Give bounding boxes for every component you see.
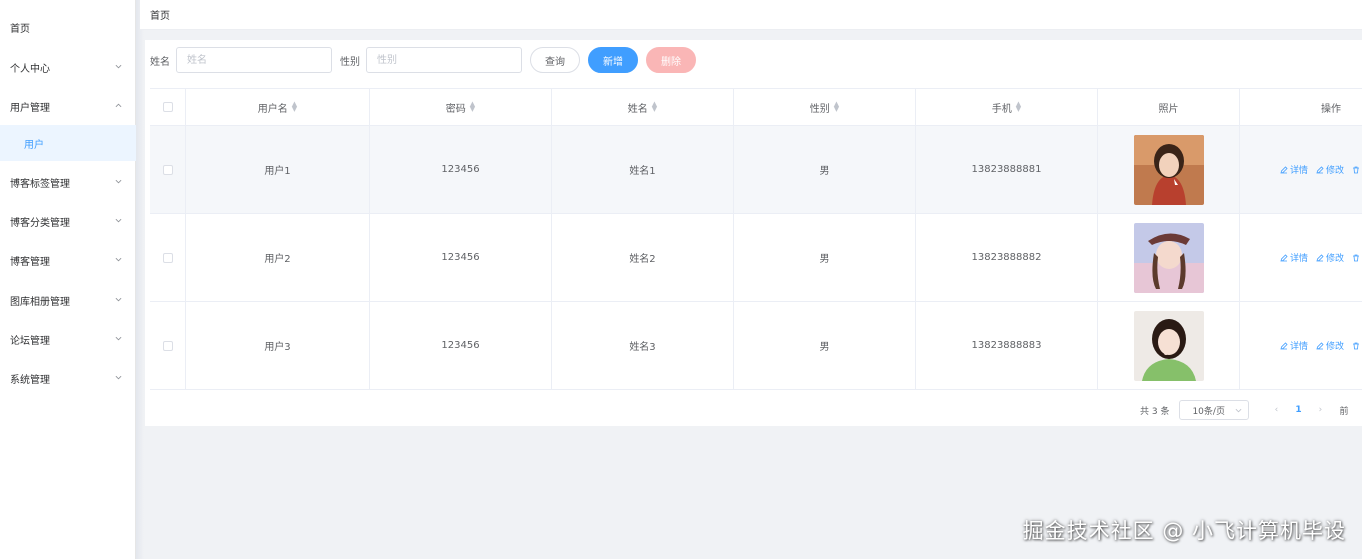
header-username[interactable]: 用户名 ▲ ▼ xyxy=(186,89,370,125)
sidebar-item-blogs[interactable]: 博客管理 xyxy=(0,242,136,278)
cell-phone: 13823888881 xyxy=(916,126,1098,213)
name-input[interactable] xyxy=(176,47,332,73)
query-button[interactable]: 查询 xyxy=(530,47,580,73)
sidebar-item-home[interactable]: 首页 xyxy=(0,9,136,45)
name-label: 姓名 xyxy=(150,56,170,68)
cell-username: 用户2 xyxy=(186,214,370,301)
table-row[interactable]: 用户1 123456 姓名1 男 13823888881 详情 修改 xyxy=(150,126,1362,214)
chevron-down-icon xyxy=(1236,408,1242,413)
add-button[interactable]: 新增 xyxy=(588,47,638,73)
gender-input[interactable] xyxy=(366,47,522,73)
page-size-select[interactable]: 10条/页 xyxy=(1179,400,1250,420)
sidebar-item-user-management[interactable]: 用户管理 xyxy=(0,88,136,124)
cell-username: 用户1 xyxy=(186,126,370,213)
chevron-down-icon xyxy=(115,297,122,302)
edit-icon xyxy=(1316,165,1324,174)
cell-gender: 男 xyxy=(734,214,916,301)
breadcrumb[interactable]: 首页 xyxy=(150,7,170,22)
chevron-up-icon xyxy=(115,103,122,108)
goto-label: 前 xyxy=(1339,406,1349,417)
table-header: 用户名 ▲ ▼ 密码 ▲ ▼ 姓名 ▲ ▼ 性别 ▲ ▼ 手机 ▲ ▼ 照片 操作 xyxy=(150,88,1362,126)
chevron-down-icon xyxy=(115,257,122,262)
cell-name: 姓名2 xyxy=(552,214,734,301)
pagination: 共 3 条 10条/页 ‹ 1 › 前 xyxy=(1140,400,1348,420)
row-checkbox[interactable] xyxy=(162,252,173,263)
edit-icon xyxy=(1280,165,1288,174)
content-card: 姓名 性别 查询 新增 删除 用户名▲▼ 密码▲▼ 姓名▲▼ 性别▲▼ 手机▲▼… xyxy=(145,40,1362,426)
sidebar-item-blog-categories[interactable]: 博客分类管理 xyxy=(0,203,136,239)
cell-phone: 13823888882 xyxy=(916,214,1098,301)
sidebar-item-system[interactable]: 系统管理 xyxy=(0,360,136,396)
trash-icon xyxy=(1353,166,1360,173)
table-row[interactable]: 用户2 123456 姓名2 男 13823888882 详情 修改 xyxy=(150,214,1362,302)
sort-icon[interactable]: ▲ ▼ xyxy=(1016,101,1021,113)
detail-button[interactable]: 详情 xyxy=(1280,251,1308,264)
trash-icon xyxy=(1353,342,1360,349)
header-name[interactable]: 姓名 ▲ ▼ xyxy=(552,89,734,125)
sidebar-item-personal-center[interactable]: 个人中心 xyxy=(0,49,136,85)
sort-icon[interactable]: ▲ ▼ xyxy=(292,101,297,113)
cell-name: 姓名1 xyxy=(552,126,734,213)
chevron-down-icon xyxy=(115,218,122,223)
cell-password: 123456 xyxy=(370,214,552,301)
header-password[interactable]: 密码 ▲ ▼ xyxy=(370,89,552,125)
gender-label: 性别 xyxy=(340,56,360,68)
header-bar: 首页 xyxy=(140,0,1362,30)
header-photo: 照片 xyxy=(1098,89,1240,125)
cell-password: 123456 xyxy=(370,126,552,213)
header-select-cell xyxy=(150,89,186,125)
delete-row-button[interactable] xyxy=(1352,342,1362,350)
edit-icon xyxy=(1316,341,1324,350)
chevron-down-icon xyxy=(115,64,122,69)
sidebar: 首页 个人中心 用户管理 用户 博客标签管理 博客分类管理 博客管理 图库相册管… xyxy=(0,0,136,559)
cell-phone: 13823888883 xyxy=(916,302,1098,389)
next-page-button[interactable]: › xyxy=(1309,405,1331,415)
table-row[interactable]: 用户3 123456 姓名3 男 13823888883 详情 修改 xyxy=(150,302,1362,390)
sidebar-item-gallery[interactable]: 图库相册管理 xyxy=(0,282,136,318)
row-checkbox[interactable] xyxy=(162,164,173,175)
watermark: 掘金技术社区 @ 小飞计算机毕设 xyxy=(1022,519,1346,543)
total-count: 共 3 条 xyxy=(1140,406,1170,417)
search-form: 姓名 性别 查询 新增 删除 xyxy=(150,47,704,73)
sidebar-item-blog-tags[interactable]: 博客标签管理 xyxy=(0,164,136,200)
edit-button[interactable]: 修改 xyxy=(1316,251,1344,264)
header-actions: 操作 xyxy=(1321,103,1341,115)
cell-name: 姓名3 xyxy=(552,302,734,389)
delete-row-button[interactable] xyxy=(1352,254,1362,262)
sort-icon[interactable]: ▲ ▼ xyxy=(652,101,657,113)
sidebar-item-users[interactable]: 用户 xyxy=(0,125,136,161)
user-photo[interactable] xyxy=(1133,134,1204,205)
header-gender[interactable]: 性别 ▲ ▼ xyxy=(734,89,916,125)
delete-button[interactable]: 删除 xyxy=(646,47,696,73)
edit-icon xyxy=(1316,253,1324,262)
cell-gender: 男 xyxy=(734,126,916,213)
chevron-down-icon xyxy=(115,375,122,380)
chevron-down-icon xyxy=(115,179,122,184)
select-all-checkbox[interactable] xyxy=(162,102,173,112)
users-table: 用户名 ▲ ▼ 密码 ▲ ▼ 姓名 ▲ ▼ 性别 ▲ ▼ 手机 ▲ ▼ 照片 操作 用户1 1234… xyxy=(150,88,1362,390)
page-number[interactable]: 1 xyxy=(1287,405,1309,415)
sidebar-item-forum[interactable]: 论坛管理 xyxy=(0,321,136,357)
trash-icon xyxy=(1353,254,1360,261)
user-photo[interactable] xyxy=(1133,310,1204,381)
detail-button[interactable]: 详情 xyxy=(1280,339,1308,352)
prev-page-button[interactable]: ‹ xyxy=(1265,405,1287,415)
detail-button[interactable]: 详情 xyxy=(1280,163,1308,176)
user-photo[interactable] xyxy=(1133,222,1204,293)
sidebar-divider xyxy=(136,0,144,559)
chevron-down-icon xyxy=(115,336,122,341)
delete-row-button[interactable] xyxy=(1352,166,1362,174)
edit-button[interactable]: 修改 xyxy=(1316,163,1344,176)
cell-username: 用户3 xyxy=(186,302,370,389)
edit-button[interactable]: 修改 xyxy=(1316,339,1344,352)
sort-icon[interactable]: ▲ ▼ xyxy=(834,101,839,113)
sort-icon[interactable]: ▲ ▼ xyxy=(470,101,475,113)
header-phone[interactable]: 手机 ▲ ▼ xyxy=(916,89,1098,125)
edit-icon xyxy=(1280,253,1288,262)
edit-icon xyxy=(1280,341,1288,350)
cell-gender: 男 xyxy=(734,302,916,389)
row-checkbox[interactable] xyxy=(162,340,173,351)
cell-password: 123456 xyxy=(370,302,552,389)
